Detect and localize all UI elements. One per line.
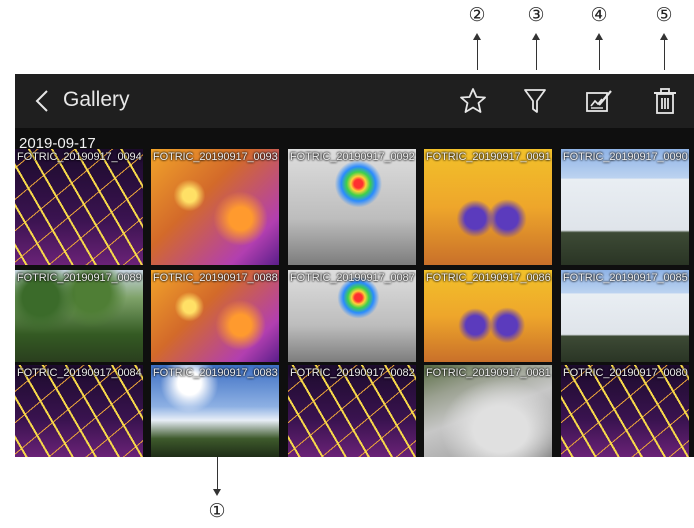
chevron-left-icon bbox=[35, 90, 48, 112]
gallery-thumbnail[interactable]: FOTRIC_20190917_0082 bbox=[288, 365, 416, 457]
filter-icon bbox=[524, 89, 546, 113]
thumbnail-filename: FOTRIC_20190917_0081 bbox=[426, 367, 551, 379]
back-button[interactable] bbox=[29, 86, 57, 116]
thumbnail-image bbox=[15, 149, 143, 265]
thumbnail-filename: FOTRIC_20190917_0089 bbox=[17, 272, 142, 284]
callout-4-line bbox=[599, 39, 600, 70]
page-title: Gallery bbox=[63, 88, 130, 111]
thumbnail-filename: FOTRIC_20190917_0094 bbox=[17, 151, 142, 163]
callout-2-line bbox=[477, 39, 478, 70]
thumbnail-grid: FOTRIC_20190917_0094 FOTRIC_20190917_0093… bbox=[15, 149, 694, 457]
thumbnail-image bbox=[151, 149, 279, 265]
gallery-thumbnail[interactable]: FOTRIC_20190917_0085 bbox=[561, 270, 689, 362]
thumbnail-filename: FOTRIC_20190917_0080 bbox=[563, 367, 688, 379]
callout-4: ④ bbox=[590, 4, 608, 26]
edit-note-icon bbox=[586, 90, 612, 112]
thumbnail-filename: FOTRIC_20190917_0083 bbox=[153, 367, 278, 379]
gallery-thumbnail[interactable]: FOTRIC_20190917_0080 bbox=[561, 365, 689, 457]
gallery-thumbnail[interactable]: FOTRIC_20190917_0087 bbox=[288, 270, 416, 362]
thumbnail-image bbox=[561, 149, 689, 265]
callout-2: ② bbox=[468, 4, 486, 26]
thumbnail-filename: FOTRIC_20190917_0082 bbox=[290, 367, 415, 379]
callout-5-line bbox=[664, 39, 665, 70]
edit-button[interactable] bbox=[584, 86, 614, 116]
thumbnail-image bbox=[424, 149, 552, 265]
thumbnail-filename: FOTRIC_20190917_0087 bbox=[290, 272, 415, 284]
callout-3: ③ bbox=[527, 4, 545, 26]
callout-1: ① bbox=[208, 500, 226, 522]
thumbnail-filename: FOTRIC_20190917_0091 bbox=[426, 151, 551, 163]
gallery-thumbnail[interactable]: FOTRIC_20190917_0086 bbox=[424, 270, 552, 362]
gallery-thumbnail[interactable]: FOTRIC_20190917_0092 bbox=[288, 149, 416, 265]
trash-icon bbox=[654, 88, 676, 114]
callout-5: ⑤ bbox=[655, 4, 673, 26]
delete-button[interactable] bbox=[650, 86, 680, 116]
thumbnail-image bbox=[288, 149, 416, 265]
thumbnail-filename: FOTRIC_20190917_0084 bbox=[17, 367, 142, 379]
gallery-thumbnail[interactable]: FOTRIC_20190917_0091 bbox=[424, 149, 552, 265]
filter-button[interactable] bbox=[520, 86, 550, 116]
gallery-thumbnail[interactable]: FOTRIC_20190917_0094 bbox=[15, 149, 143, 265]
gallery-thumbnail[interactable]: FOTRIC_20190917_0089 bbox=[15, 270, 143, 362]
thumbnail-filename: FOTRIC_20190917_0088 bbox=[153, 272, 278, 284]
gallery-screen: Gallery 2019-09-17 FOTRIC_20190917_0094 … bbox=[15, 74, 694, 457]
callout-3-line bbox=[536, 39, 537, 70]
thumbnail-filename: FOTRIC_20190917_0085 bbox=[563, 272, 688, 284]
gallery-thumbnail[interactable]: FOTRIC_20190917_0084 bbox=[15, 365, 143, 457]
star-icon bbox=[460, 88, 486, 113]
top-bar: Gallery bbox=[15, 74, 694, 128]
gallery-thumbnail[interactable]: FOTRIC_20190917_0088 bbox=[151, 270, 279, 362]
thumbnail-filename: FOTRIC_20190917_0093 bbox=[153, 151, 278, 163]
thumbnail-filename: FOTRIC_20190917_0086 bbox=[426, 272, 551, 284]
callout-1-line bbox=[217, 452, 218, 490]
thumbnail-filename: FOTRIC_20190917_0092 bbox=[290, 151, 415, 163]
gallery-thumbnail[interactable]: FOTRIC_20190917_0090 bbox=[561, 149, 689, 265]
thumbnail-filename: FOTRIC_20190917_0090 bbox=[563, 151, 688, 163]
gallery-thumbnail[interactable]: FOTRIC_20190917_0083 bbox=[151, 365, 279, 457]
callout-1-arrow bbox=[213, 489, 221, 496]
gallery-thumbnail[interactable]: FOTRIC_20190917_0093 bbox=[151, 149, 279, 265]
gallery-thumbnail[interactable]: FOTRIC_20190917_0081 bbox=[424, 365, 552, 457]
favorite-button[interactable] bbox=[458, 86, 488, 116]
